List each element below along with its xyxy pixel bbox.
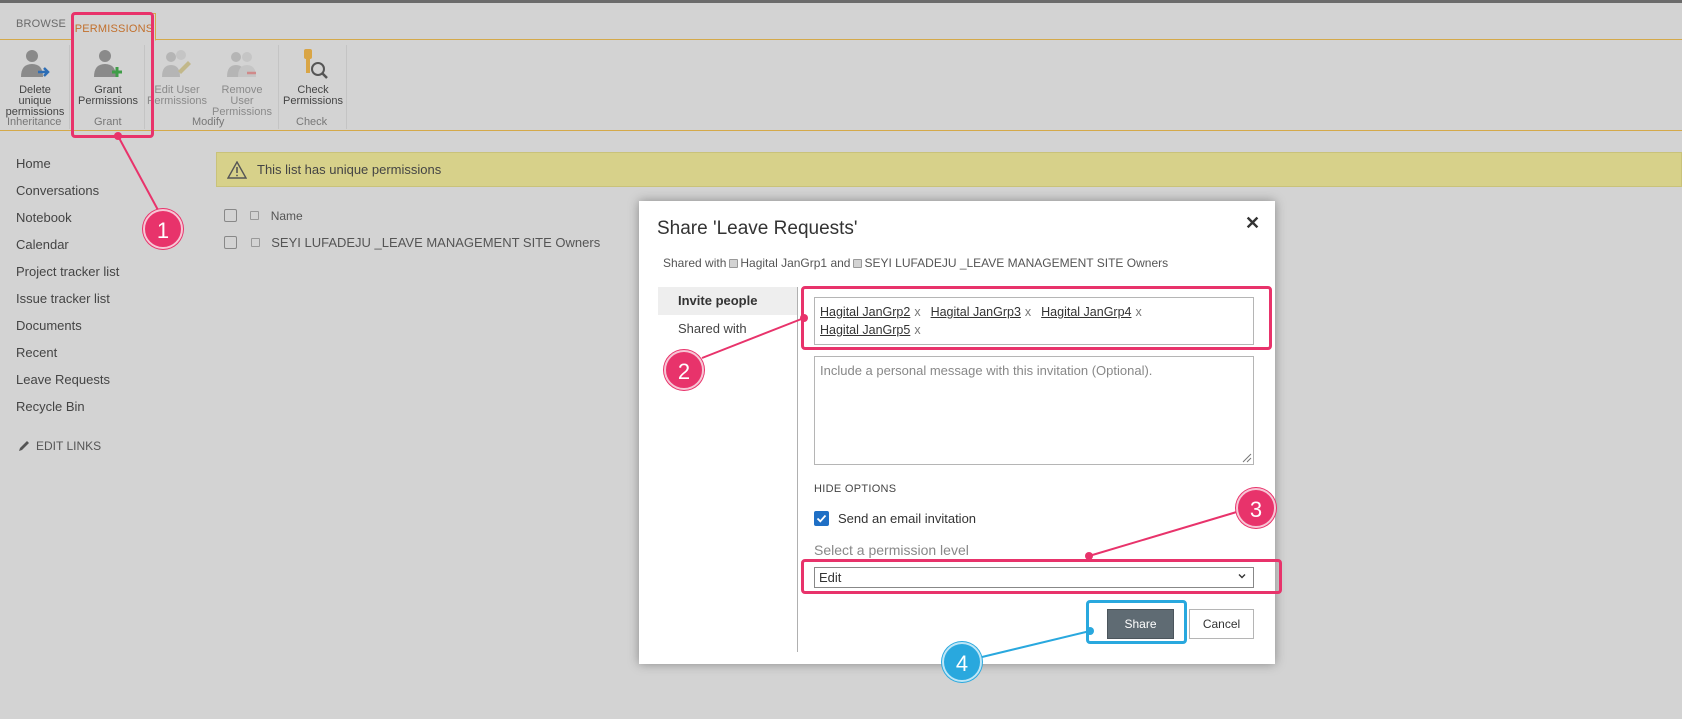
ribbon-separator [346, 45, 347, 129]
group-icon [853, 259, 863, 269]
annotation-badge-2: 2 [664, 350, 704, 390]
shared-with-summary: Shared with Hagital JanGrp1 and SEYI LUFAD… [663, 256, 1168, 270]
check-permissions-button[interactable]: Check Permissions [282, 47, 344, 107]
edit-links-button[interactable]: EDIT LINKS [18, 439, 101, 453]
pencil-icon [19, 441, 29, 451]
dialog-divider [797, 287, 798, 652]
check-permissions-icon [304, 49, 328, 79]
select-all-checkbox[interactable] [224, 209, 237, 223]
row-checkbox[interactable] [224, 236, 237, 250]
nav-item-calendar[interactable]: Calendar [16, 237, 119, 264]
nav-item-conversations[interactable]: Conversations [16, 183, 119, 210]
highlight-share-button [1086, 600, 1187, 644]
send-email-label: Send an email invitation [838, 511, 977, 526]
message-placeholder: Include a personal message with this inv… [820, 363, 1153, 378]
tab-shared-with[interactable]: Shared with [658, 315, 798, 343]
header-type-checkbox[interactable] [250, 211, 260, 221]
share-dialog: Share 'Leave Requests' ✕ Shared with Hagi… [639, 201, 1275, 664]
remove-user-permissions-button[interactable]: Remove User Permissions [209, 47, 275, 118]
shared-with-prefix: Shared with [663, 256, 727, 270]
nav-item-documents[interactable]: Documents [16, 318, 119, 345]
group-check: Check [296, 116, 328, 128]
ribbon: Delete unique permissions Inheritance Gr… [0, 41, 1682, 131]
shared-with-and: and [830, 256, 851, 270]
edit-user-permissions-button[interactable]: Edit User Permissions [146, 47, 208, 107]
group-icon [250, 238, 260, 248]
checkmark-icon [816, 514, 827, 523]
dialog-title: Share 'Leave Requests' [657, 218, 858, 239]
ribbon-separator [278, 45, 279, 129]
tab-browse[interactable]: BROWSE [16, 18, 66, 30]
nav-item-leave-requests[interactable]: Leave Requests [16, 372, 119, 399]
delete-permissions-icon [21, 50, 50, 77]
column-header-name[interactable]: Name [271, 209, 303, 223]
list-header: Name [224, 208, 303, 223]
tab-invite-people[interactable]: Invite people [658, 287, 798, 315]
hide-options-link[interactable]: HIDE OPTIONS [814, 483, 896, 495]
cancel-button[interactable]: Cancel [1189, 609, 1254, 639]
row-name[interactable]: SEYI LUFADEJU _LEAVE MANAGEMENT SITE Own… [271, 235, 600, 250]
send-email-checkbox[interactable] [814, 511, 829, 526]
left-navigation: Home Conversations Notebook Calendar Pro… [16, 156, 119, 426]
highlight-people-picker [801, 286, 1272, 350]
delete-unique-permissions-button[interactable]: Delete unique permissions [2, 47, 68, 118]
annotation-badge-4: 4 [942, 642, 982, 682]
close-icon[interactable]: ✕ [1245, 213, 1260, 234]
nav-item-recycle-bin[interactable]: Recycle Bin [16, 399, 119, 426]
group-icon [729, 259, 739, 269]
personal-message-textarea[interactable]: Include a personal message with this inv… [814, 356, 1254, 465]
check-label-2: Permissions [283, 95, 343, 107]
warning-icon [227, 160, 247, 179]
resize-handle-icon[interactable] [1240, 451, 1252, 463]
nav-item-home[interactable]: Home [16, 156, 119, 183]
notice-text: This list has unique permissions [257, 162, 442, 177]
send-email-row: Send an email invitation [814, 511, 976, 526]
group-inheritance: Inheritance [7, 116, 62, 128]
remove-user-icon [227, 52, 256, 77]
nav-item-project-tracker[interactable]: Project tracker list [16, 264, 119, 291]
highlight-grant-permissions [71, 12, 154, 138]
edit-links-label: EDIT LINKS [36, 439, 102, 453]
annotation-badge-1: 1 [143, 209, 183, 249]
table-row[interactable]: SEYI LUFADEJU _LEAVE MANAGEMENT SITE Own… [224, 234, 600, 250]
nav-item-notebook[interactable]: Notebook [16, 210, 119, 237]
nav-item-recent[interactable]: Recent [16, 345, 119, 372]
remove-user-label-1: Remove User [221, 84, 263, 107]
edit-user-icon [162, 50, 191, 77]
shared-with-group-1[interactable]: Hagital JanGrp1 [740, 256, 827, 270]
delete-unique-label-1: Delete unique [18, 84, 52, 107]
nav-item-issue-tracker[interactable]: Issue tracker list [16, 291, 119, 318]
highlight-permission-level [801, 559, 1282, 594]
ribbon-tab-bar: BROWSE PERMISSIONS [0, 3, 1682, 41]
shared-with-group-2[interactable]: SEYI LUFADEJU _LEAVE MANAGEMENT SITE Own… [864, 256, 1168, 270]
ribbon-separator [69, 45, 70, 129]
annotation-badge-3: 3 [1236, 488, 1276, 528]
group-modify: Modify [192, 116, 225, 128]
permission-level-label: Select a permission level [814, 542, 969, 558]
unique-permissions-notice: This list has unique permissions [216, 152, 1682, 187]
edit-user-label-2: Permissions [147, 95, 207, 107]
